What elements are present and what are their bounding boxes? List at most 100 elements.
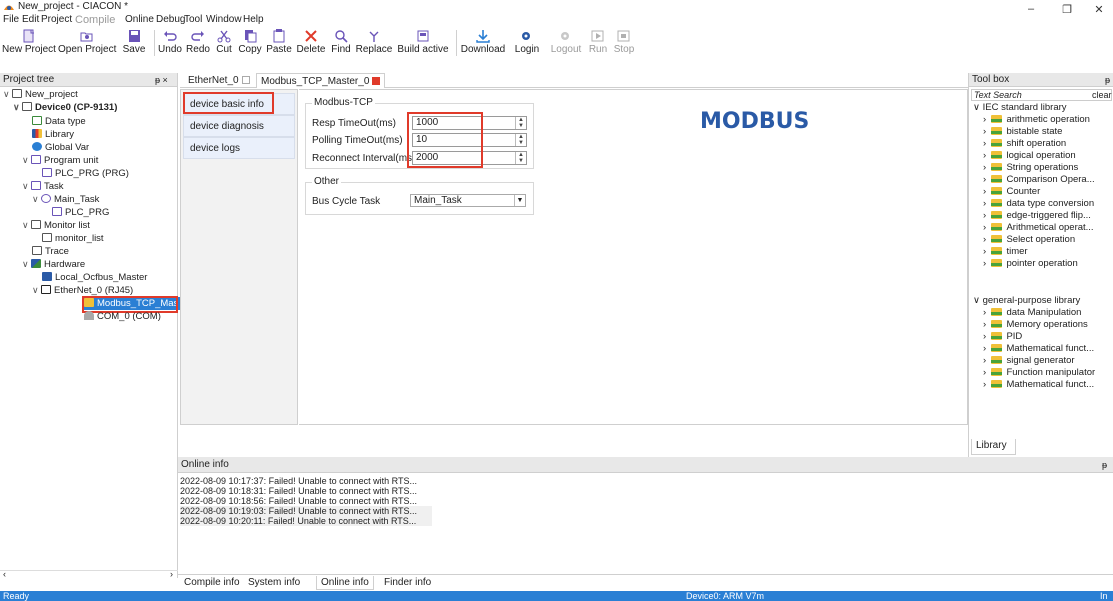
tree-node-hardware[interactable]: ∨ Hardware	[22, 258, 85, 271]
tree-node-local-ocfbus[interactable]: Local_Ocfbus_Master	[42, 271, 147, 284]
general-library-item[interactable]: › data Manipulation	[983, 307, 1081, 319]
build-active-button[interactable]: Build active	[394, 28, 452, 59]
delete-button[interactable]: Delete	[294, 28, 328, 59]
close-icon[interactable]	[241, 76, 250, 84]
chevron-right-icon[interactable]: ›	[983, 379, 991, 390]
chevron-down-icon[interactable]: ∨	[3, 88, 12, 101]
tree-node-main-task[interactable]: ∨ Main_Task	[32, 193, 99, 206]
logout-button[interactable]: Logout	[546, 28, 586, 59]
scroll-right-icon[interactable]: ›	[170, 569, 173, 579]
chevron-right-icon[interactable]: ›	[983, 234, 991, 245]
chevron-right-icon[interactable]: ›	[983, 331, 991, 342]
chevron-down-icon[interactable]: ▼	[514, 195, 525, 206]
general-library-item[interactable]: › Memory operations	[983, 319, 1088, 331]
iec-library-item[interactable]: › pointer operation	[983, 258, 1078, 270]
tab-finder-info[interactable]: Finder info	[380, 576, 435, 590]
pin-icon[interactable]: ᵽ	[1102, 457, 1107, 473]
tab-modbus-tcp-master[interactable]: Modbus_TCP_Master_0	[256, 73, 386, 88]
bus-cycle-task-select[interactable]: Main_Task ▼	[410, 194, 526, 207]
chevron-right-icon[interactable]: ›	[983, 246, 991, 257]
chevron-down-icon[interactable]: ∨	[973, 295, 983, 306]
tree-node-library[interactable]: Library	[32, 128, 74, 141]
tree-horizontal-scrollbar[interactable]: ‹ ›	[0, 569, 178, 579]
tab-system-info[interactable]: System info	[244, 576, 304, 590]
tree-node-com[interactable]: COM_0 (COM)	[84, 310, 161, 323]
iec-library-item[interactable]: › Arithmetical operat...	[983, 222, 1094, 234]
chevron-down-icon[interactable]: ∨	[22, 258, 31, 271]
nav-device-logs[interactable]: device logs	[183, 137, 295, 159]
menu-online[interactable]: Online	[125, 14, 154, 25]
chevron-right-icon[interactable]: ›	[983, 174, 991, 185]
menu-tool[interactable]: Tool	[184, 14, 202, 25]
tree-node-trace[interactable]: Trace	[32, 245, 69, 258]
chevron-right-icon[interactable]: ›	[983, 343, 991, 354]
menu-debug[interactable]: Debug	[156, 14, 185, 25]
chevron-right-icon[interactable]: ›	[983, 367, 991, 378]
tree-node-plc-prg[interactable]: PLC_PRG	[52, 206, 109, 219]
chevron-right-icon[interactable]: ›	[983, 307, 991, 318]
paste-button[interactable]: Paste	[264, 28, 294, 59]
tree-node-program-unit[interactable]: ∨ Program unit	[22, 154, 98, 167]
chevron-right-icon[interactable]: ›	[983, 186, 991, 197]
chevron-right-icon[interactable]: ›	[983, 150, 991, 161]
iec-library-item[interactable]: › String operations	[983, 162, 1078, 174]
iec-library-item[interactable]: › logical operation	[983, 150, 1076, 162]
iec-library-item[interactable]: › timer	[983, 246, 1028, 258]
replace-button[interactable]: Replace	[354, 28, 394, 59]
tree-node-task[interactable]: ∨ Task	[22, 180, 64, 193]
chevron-right-icon[interactable]: ›	[983, 210, 991, 221]
chevron-right-icon[interactable]: ›	[983, 355, 991, 366]
chevron-right-icon[interactable]: ›	[983, 138, 991, 149]
scroll-left-icon[interactable]: ‹	[3, 569, 6, 579]
menu-edit[interactable]: Edit	[22, 14, 39, 25]
chevron-right-icon[interactable]: ›	[983, 126, 991, 137]
tree-node-device[interactable]: ∨ Device0 (CP-9131)	[13, 101, 117, 114]
chevron-down-icon[interactable]: ∨	[22, 154, 31, 167]
pin-icon[interactable]: ᵽ	[1105, 73, 1110, 87]
menu-project[interactable]: Project	[41, 14, 72, 25]
general-library-item[interactable]: › Function manipulator	[983, 367, 1095, 379]
iec-library-item[interactable]: › arithmetic operation	[983, 114, 1090, 126]
iec-library-item[interactable]: › shift operation	[983, 138, 1066, 150]
chevron-down-icon[interactable]: ∨	[22, 180, 31, 193]
iec-library-item[interactable]: › bistable state	[983, 126, 1062, 138]
new-project-button[interactable]: New Project	[0, 28, 58, 59]
redo-button[interactable]: Redo	[184, 28, 212, 59]
chevron-right-icon[interactable]: ›	[983, 114, 991, 125]
spin-arrows-icon[interactable]: ▲ ▼	[515, 134, 526, 146]
general-library-item[interactable]: › Mathematical funct...	[983, 343, 1094, 355]
tree-node-new-project[interactable]: ∨ New_project	[3, 88, 78, 101]
tab-ethernet[interactable]: EtherNet_0	[184, 73, 254, 88]
chevron-down-icon[interactable]: ∨	[13, 101, 22, 114]
chevron-right-icon[interactable]: ›	[983, 162, 991, 173]
general-library-item[interactable]: › Mathematical funct...	[983, 379, 1094, 391]
general-library-item[interactable]: › signal generator	[983, 355, 1075, 367]
chevron-down-icon[interactable]: ∨	[973, 102, 983, 113]
chevron-right-icon[interactable]: ›	[983, 222, 991, 233]
pin-close-icon[interactable]: ᵽ ×	[155, 73, 168, 87]
chevron-right-icon[interactable]: ›	[983, 319, 991, 330]
tree-node-monitor-list-item[interactable]: monitor_list	[42, 232, 104, 245]
iec-library-item[interactable]: › Counter	[983, 186, 1040, 198]
library-iec-standard[interactable]: ∨ IEC standard library	[973, 102, 1067, 114]
cut-button[interactable]: Cut	[212, 28, 236, 59]
chevron-right-icon[interactable]: ›	[983, 258, 991, 269]
copy-button[interactable]: Copy	[236, 28, 264, 59]
tree-node-plc-prg-prg[interactable]: PLC_PRG (PRG)	[42, 167, 129, 180]
stop-button[interactable]: Stop	[610, 28, 638, 59]
tree-node-data-type[interactable]: Data type	[32, 115, 86, 128]
clear-button[interactable]: clear	[1092, 90, 1112, 100]
tab-library[interactable]: Library	[971, 439, 1016, 455]
library-general-purpose[interactable]: ∨ general-purpose library	[973, 295, 1080, 307]
toolbox-search-input[interactable]: Text Search clear	[971, 89, 1112, 101]
chevron-down-icon[interactable]: ∨	[22, 219, 31, 232]
chevron-right-icon[interactable]: ›	[983, 198, 991, 209]
save-button[interactable]: Save	[116, 28, 152, 59]
menu-compile[interactable]: Compile	[75, 14, 115, 26]
nav-device-diagnosis[interactable]: device diagnosis	[183, 115, 295, 137]
iec-library-item[interactable]: › Comparison Opera...	[983, 174, 1095, 186]
find-button[interactable]: Find	[328, 28, 354, 59]
chevron-down-icon[interactable]: ∨	[32, 193, 41, 206]
menu-window[interactable]: Window	[206, 14, 242, 25]
iec-library-item[interactable]: › data type conversion	[983, 198, 1094, 210]
